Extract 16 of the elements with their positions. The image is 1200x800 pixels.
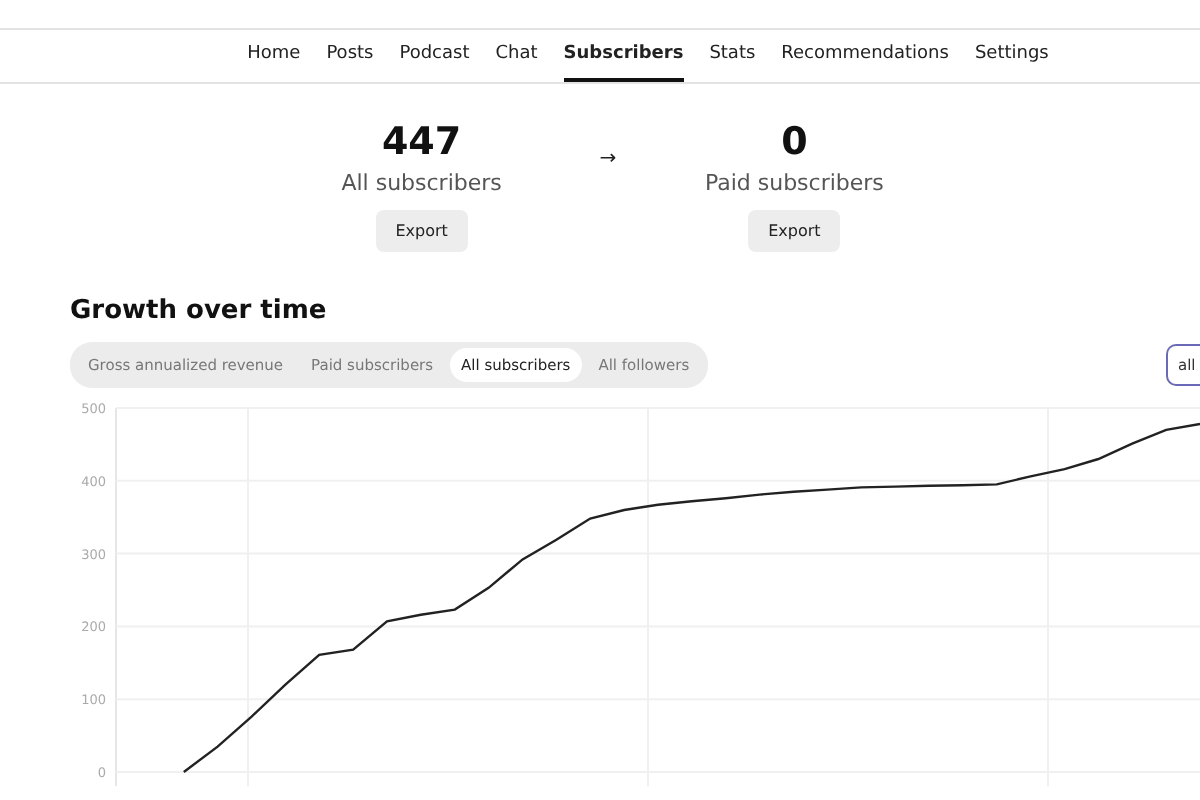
export-button[interactable]: Export	[375, 210, 468, 252]
nav-tab[interactable]: Subscribers	[563, 30, 684, 82]
nav-tab[interactable]: Chat	[495, 30, 538, 82]
section-title: Growth over time	[70, 296, 329, 326]
stat-value: 447	[381, 120, 462, 164]
nav-tab[interactable]: Settings	[974, 30, 1049, 82]
stat-label: Paid subscribers	[704, 170, 884, 196]
nav-tab[interactable]: Stats	[709, 30, 756, 82]
stat-value: 0	[781, 120, 808, 164]
nav-tab[interactable]: Home	[247, 30, 301, 82]
export-button[interactable]: Export	[748, 210, 841, 252]
nav-tab[interactable]: Podcast	[399, 30, 470, 82]
nav-tab[interactable]: Recommendations	[781, 30, 949, 82]
nav-tab[interactable]: Posts	[326, 30, 374, 82]
arrow-glyph: →	[599, 148, 617, 170]
stat-label: All subscribers	[341, 170, 502, 196]
